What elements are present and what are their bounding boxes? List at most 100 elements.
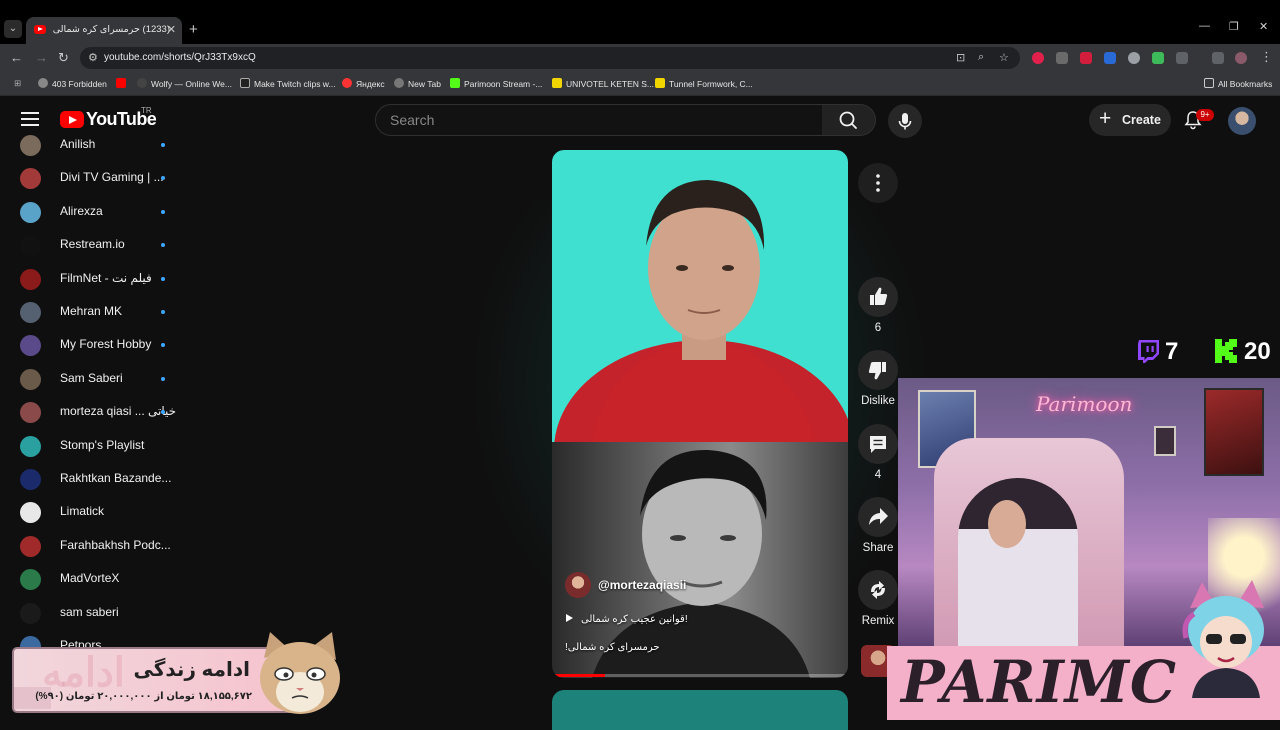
close-window-icon[interactable]: ✕: [1259, 20, 1268, 33]
minimize-icon[interactable]: —: [1199, 20, 1210, 32]
channel-avatar: [20, 335, 41, 357]
subscription-item[interactable]: Farahbakhsh Podc...: [0, 530, 180, 563]
reading-list-icon[interactable]: [1212, 52, 1224, 64]
subscription-item[interactable]: sam saberi: [0, 597, 180, 630]
search-box[interactable]: [375, 104, 823, 136]
new-content-dot: [161, 343, 165, 348]
create-button[interactable]: + Create: [1089, 104, 1171, 136]
subscription-item[interactable]: Mehran MK: [0, 296, 180, 329]
subscription-name: Farahbakhsh Podc...: [60, 537, 171, 552]
next-short-preview[interactable]: [552, 690, 848, 730]
thumbs-up-icon: [870, 287, 888, 305]
subscription-name: Alirexza: [60, 203, 103, 218]
subscription-item[interactable]: morteza qiasi ... خیاتی: [0, 396, 180, 429]
subscription-item[interactable]: Rakhtkan Bazande...: [0, 463, 180, 496]
site-info-icon[interactable]: ⚙: [88, 51, 98, 64]
channel-handle[interactable]: @mortezaqiasii: [598, 578, 686, 592]
bookmark-item[interactable]: [116, 78, 130, 89]
extension-audio-icon[interactable]: [1104, 52, 1116, 64]
channel-avatar: [20, 168, 41, 190]
extension-red-icon[interactable]: [1032, 52, 1044, 64]
extension-video-icon[interactable]: [1080, 52, 1092, 64]
install-app-icon[interactable]: ⊡: [956, 51, 965, 64]
neon-sign: Parimoon: [1036, 392, 1133, 416]
new-content-dot: [161, 243, 165, 248]
zoom-icon[interactable]: ⌕: [978, 51, 984, 64]
apps-icon[interactable]: ⊞: [14, 78, 21, 89]
remix-button[interactable]: [858, 570, 898, 610]
youtube-icon: [116, 78, 126, 88]
subscription-item[interactable]: My Forest Hobby: [0, 329, 180, 362]
extensions-puzzle-icon[interactable]: [1176, 52, 1188, 64]
share-arrow-icon: [869, 508, 888, 525]
extension-gray-icon[interactable]: [1056, 52, 1068, 64]
subscription-item[interactable]: Divi TV Gaming | ...: [0, 162, 180, 195]
clip-icon: [240, 78, 250, 88]
close-tab-icon[interactable]: ✕: [167, 23, 176, 36]
account-avatar[interactable]: [1228, 107, 1256, 135]
subscription-item[interactable]: Anilish: [0, 132, 180, 162]
menu-icon[interactable]: [21, 112, 39, 126]
search-button[interactable]: [822, 104, 876, 136]
subscription-item[interactable]: FilmNet - فیلم نت: [0, 263, 180, 296]
more-options-button[interactable]: [858, 163, 898, 203]
browser-menu-icon[interactable]: ⋮: [1260, 49, 1273, 65]
channel-avatar: [20, 268, 41, 290]
dislike-button[interactable]: [858, 350, 898, 390]
back-icon[interactable]: ←: [10, 50, 23, 65]
bookmark-item[interactable]: Яндекс: [342, 78, 385, 89]
bookmark-item[interactable]: Tunnel Formwork, C...: [655, 78, 753, 89]
channel-avatar: [20, 569, 41, 591]
subscription-item[interactable]: Limatick: [0, 496, 180, 529]
short-progress-bar[interactable]: [552, 674, 848, 677]
globe-icon: [38, 78, 48, 88]
bookmark-item[interactable]: UNIVOTEL KETEN S...: [552, 78, 654, 89]
channel-avatar[interactable]: [565, 572, 591, 598]
bookmark-item[interactable]: 403 Forbidden: [38, 78, 107, 89]
bookmark-label: Parimoon Stream -...: [464, 79, 543, 89]
donation-progress-text: ۱۸,۱۵۵,۶۷۲ تومان از ۲۰,۰۰۰,۰۰۰ تومان (۹۰…: [35, 691, 252, 702]
cat-girl-mascot-icon: [1182, 580, 1264, 698]
channel-avatar: [20, 135, 41, 156]
bookmark-item[interactable]: Make Twitch clips w...: [240, 78, 336, 89]
all-bookmarks-button[interactable]: All Bookmarks: [1204, 78, 1272, 89]
extension-green-icon[interactable]: [1152, 52, 1164, 64]
subscription-item[interactable]: Stomp's Playlist: [0, 430, 180, 463]
subscription-name: FilmNet - فیلم نت: [60, 270, 152, 285]
subscription-name: My Forest Hobby: [60, 337, 152, 352]
folder-icon: [1204, 78, 1214, 88]
voice-search-button[interactable]: [888, 104, 922, 138]
bookmark-star-icon[interactable]: ☆: [999, 51, 1009, 64]
address-bar[interactable]: ⚙ youtube.com/shorts/QrJ33Tx9xcQ ⊡ ⌕ ☆: [80, 47, 1020, 69]
reload-icon[interactable]: ↻: [58, 50, 69, 66]
subscription-item[interactable]: Restream.io: [0, 229, 180, 262]
like-button[interactable]: [858, 277, 898, 317]
profile-avatar-icon[interactable]: [1235, 52, 1247, 64]
active-tab[interactable]: (1233) حرمسرای کره شمالی! ✕: [26, 17, 182, 44]
youtube-logo-icon[interactable]: [60, 111, 84, 128]
new-tab-button[interactable]: +: [189, 21, 198, 38]
youtube-favicon-icon: [34, 25, 46, 34]
subscription-item[interactable]: Sam Saberi: [0, 363, 180, 396]
forward-icon[interactable]: →: [35, 50, 48, 65]
share-button[interactable]: [858, 497, 898, 537]
wolfy-icon: [137, 78, 147, 88]
subscription-item[interactable]: Alirexza: [0, 196, 180, 229]
search-input[interactable]: [376, 105, 822, 135]
tab-search-button[interactable]: ⌄: [4, 20, 22, 38]
channel-avatar: [20, 368, 41, 390]
brand-text: PARIMC: [901, 648, 1178, 716]
play-icon: [566, 614, 573, 622]
subscription-item[interactable]: MadVorteX: [0, 563, 180, 596]
restore-icon[interactable]: ❐: [1229, 20, 1239, 33]
bookmark-item[interactable]: Parimoon Stream -...: [450, 78, 542, 89]
new-content-dot: [161, 310, 165, 314]
bookmark-item[interactable]: New Tab: [394, 78, 441, 89]
short-audio-link[interactable]: قوانین عجیب کره شمالی!: [566, 614, 716, 625]
comments-button[interactable]: [858, 424, 898, 464]
channel-avatar: [20, 302, 41, 323]
bookmark-item[interactable]: Wolfy — Online We...: [137, 78, 232, 89]
url-text[interactable]: youtube.com/shorts/QrJ33Tx9xcQ: [104, 52, 256, 63]
extension-globe-icon[interactable]: [1128, 52, 1140, 64]
shorts-player[interactable]: @mortezaqiasii قوانین عجیب کره شمالی! حر…: [552, 150, 848, 678]
